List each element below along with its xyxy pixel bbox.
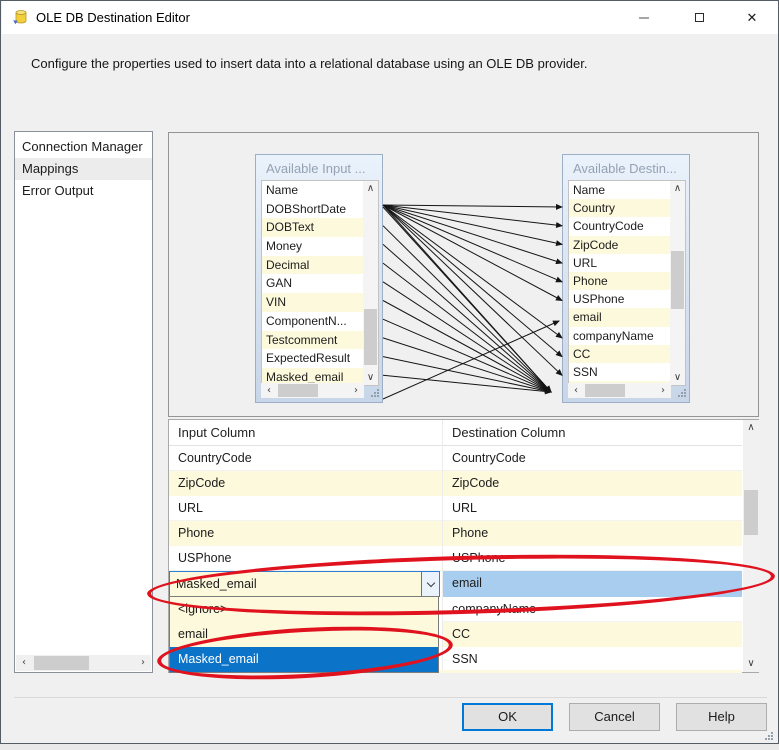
close-icon: ✕ xyxy=(747,10,758,26)
ok-button[interactable]: OK xyxy=(462,703,553,731)
grid-cell-destination[interactable]: companyName xyxy=(443,597,742,622)
grid-vertical-scrollbar[interactable]: ∧ ∨ xyxy=(743,420,759,672)
grid-cell-destination[interactable]: CountryCode xyxy=(443,446,742,471)
dropdown-editor-value: Masked_email xyxy=(170,572,421,596)
titlebar: OLE DB Destination Editor ✕ xyxy=(2,1,778,34)
minimize-icon xyxy=(639,17,649,19)
grid-cell-destination[interactable]: SSN xyxy=(443,647,742,672)
database-icon xyxy=(12,9,30,27)
dropdown-option-email[interactable]: email xyxy=(170,622,438,647)
window-title: OLE DB Destination Editor xyxy=(36,10,190,25)
grid-cell-input[interactable]: CountryCode xyxy=(169,446,442,471)
dropdown-option-ignore[interactable]: <ignore> xyxy=(170,597,438,622)
dropdown-option-masked-email[interactable]: Masked_email xyxy=(170,647,438,672)
footer-divider xyxy=(14,697,767,698)
scroll-down-icon[interactable]: ∨ xyxy=(743,656,759,672)
grid-cell-input[interactable]: URL xyxy=(169,496,442,521)
sidebar-item-error-output[interactable]: Error Output xyxy=(15,180,152,202)
sidebar-horizontal-scrollbar[interactable]: ‹ › xyxy=(16,655,151,671)
column-header-destination[interactable]: Destination Column xyxy=(443,420,742,446)
scrollbar-thumb[interactable] xyxy=(34,656,89,670)
grid-cell-destination[interactable]: URL xyxy=(443,496,742,521)
sidebar-item-connection-manager[interactable]: Connection Manager xyxy=(15,136,152,158)
dialog-description: Configure the properties used to insert … xyxy=(31,56,587,71)
input-column-dropdown-editor[interactable]: Masked_email xyxy=(169,571,440,597)
scrollbar-thumb[interactable] xyxy=(744,490,758,535)
mapping-lines xyxy=(169,133,760,418)
maximize-icon xyxy=(695,13,704,22)
grid-cell-destination[interactable]: USPhone xyxy=(443,546,742,571)
scroll-up-icon[interactable]: ∧ xyxy=(743,420,759,436)
page-list: Connection Manager Mappings Error Output… xyxy=(14,131,153,673)
grid-cell-input[interactable]: ZipCode xyxy=(169,471,442,496)
grid-cell-input[interactable]: USPhone xyxy=(169,546,442,571)
input-column-dropdown-list: <ignore> email Masked_email xyxy=(169,596,439,673)
selected-destination-cell[interactable]: email xyxy=(443,571,742,597)
grid-cell-destination[interactable]: ZipCode xyxy=(443,471,742,496)
dropdown-open-button[interactable] xyxy=(421,572,439,596)
grid-cell-destination[interactable]: Phone xyxy=(443,521,742,546)
sidebar-item-mappings[interactable]: Mappings xyxy=(15,158,152,180)
cancel-button[interactable]: Cancel xyxy=(569,703,660,731)
minimize-button[interactable] xyxy=(627,1,661,34)
ole-db-destination-editor-window: OLE DB Destination Editor ✕ Configure th… xyxy=(0,0,779,744)
resize-grip-icon[interactable] xyxy=(771,738,773,740)
grid-cell-input[interactable]: Phone xyxy=(169,521,442,546)
scroll-left-icon[interactable]: ‹ xyxy=(16,655,32,671)
mapping-diagram-panel: Available Input ... Name DOBShortDate DO… xyxy=(168,132,759,417)
maximize-button[interactable] xyxy=(682,1,716,34)
help-button[interactable]: Help xyxy=(676,703,767,731)
column-header-input[interactable]: Input Column xyxy=(169,420,442,446)
scroll-right-icon[interactable]: › xyxy=(135,655,151,671)
grid-cell-destination[interactable]: CC xyxy=(443,622,742,647)
close-button[interactable]: ✕ xyxy=(735,1,769,34)
chevron-down-icon xyxy=(426,578,434,586)
